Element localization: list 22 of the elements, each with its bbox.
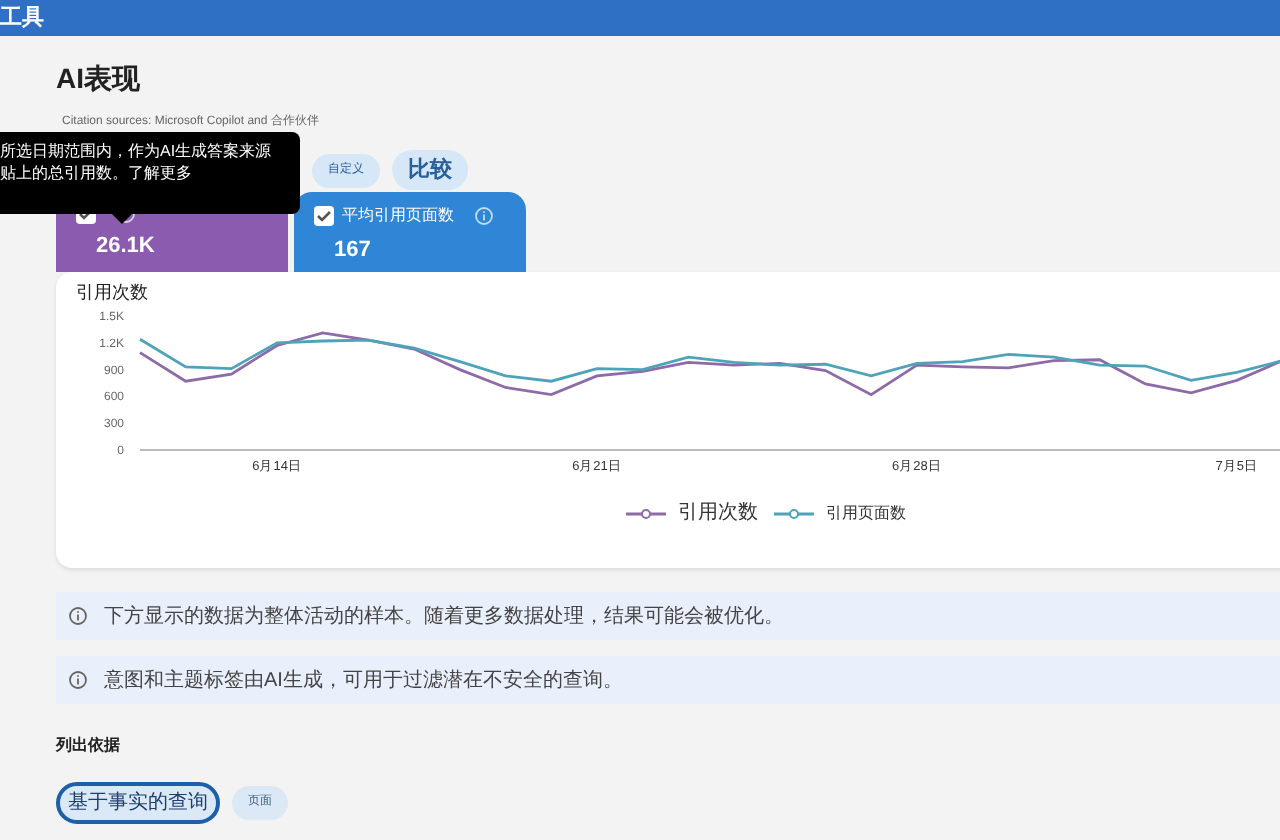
tooltip-text: 所选日期范围内，作为AI生成答案来源	[0, 140, 274, 162]
section-title: 列出依据	[56, 734, 122, 758]
card-label: 平均引用页面数	[342, 204, 454, 228]
banner-text: 意图和主题标签由AI生成，可用于过滤潜在不安全的查询。	[104, 667, 623, 695]
checkbox[interactable]	[314, 206, 334, 226]
legend-marker	[774, 507, 814, 519]
chart-title: 引用次数	[76, 284, 150, 302]
tooltip-text: 贴上的总引用数。了解更多	[0, 162, 194, 184]
info-icon	[474, 206, 494, 226]
legend-marker	[626, 507, 666, 519]
info-icon	[68, 670, 88, 690]
metric-card[interactable]: 平均引用页面数 167	[294, 192, 526, 272]
legend-label: 引用次数	[678, 500, 758, 528]
card-value: 167	[334, 236, 373, 266]
banner-text: 下方显示的数据为整体活动的样本。随着更多数据处理，结果可能会被优化。	[104, 603, 784, 631]
page-title: AI表现	[56, 64, 142, 92]
app-title: 工具	[0, 3, 44, 34]
card-value: 26.1K	[96, 232, 157, 262]
filter-chip[interactable]: 比较	[392, 149, 468, 191]
legend-label: 引用页面数	[826, 501, 906, 525]
filter-chip[interactable]: 基于事实的查询	[56, 782, 220, 824]
info-icon	[68, 606, 88, 626]
